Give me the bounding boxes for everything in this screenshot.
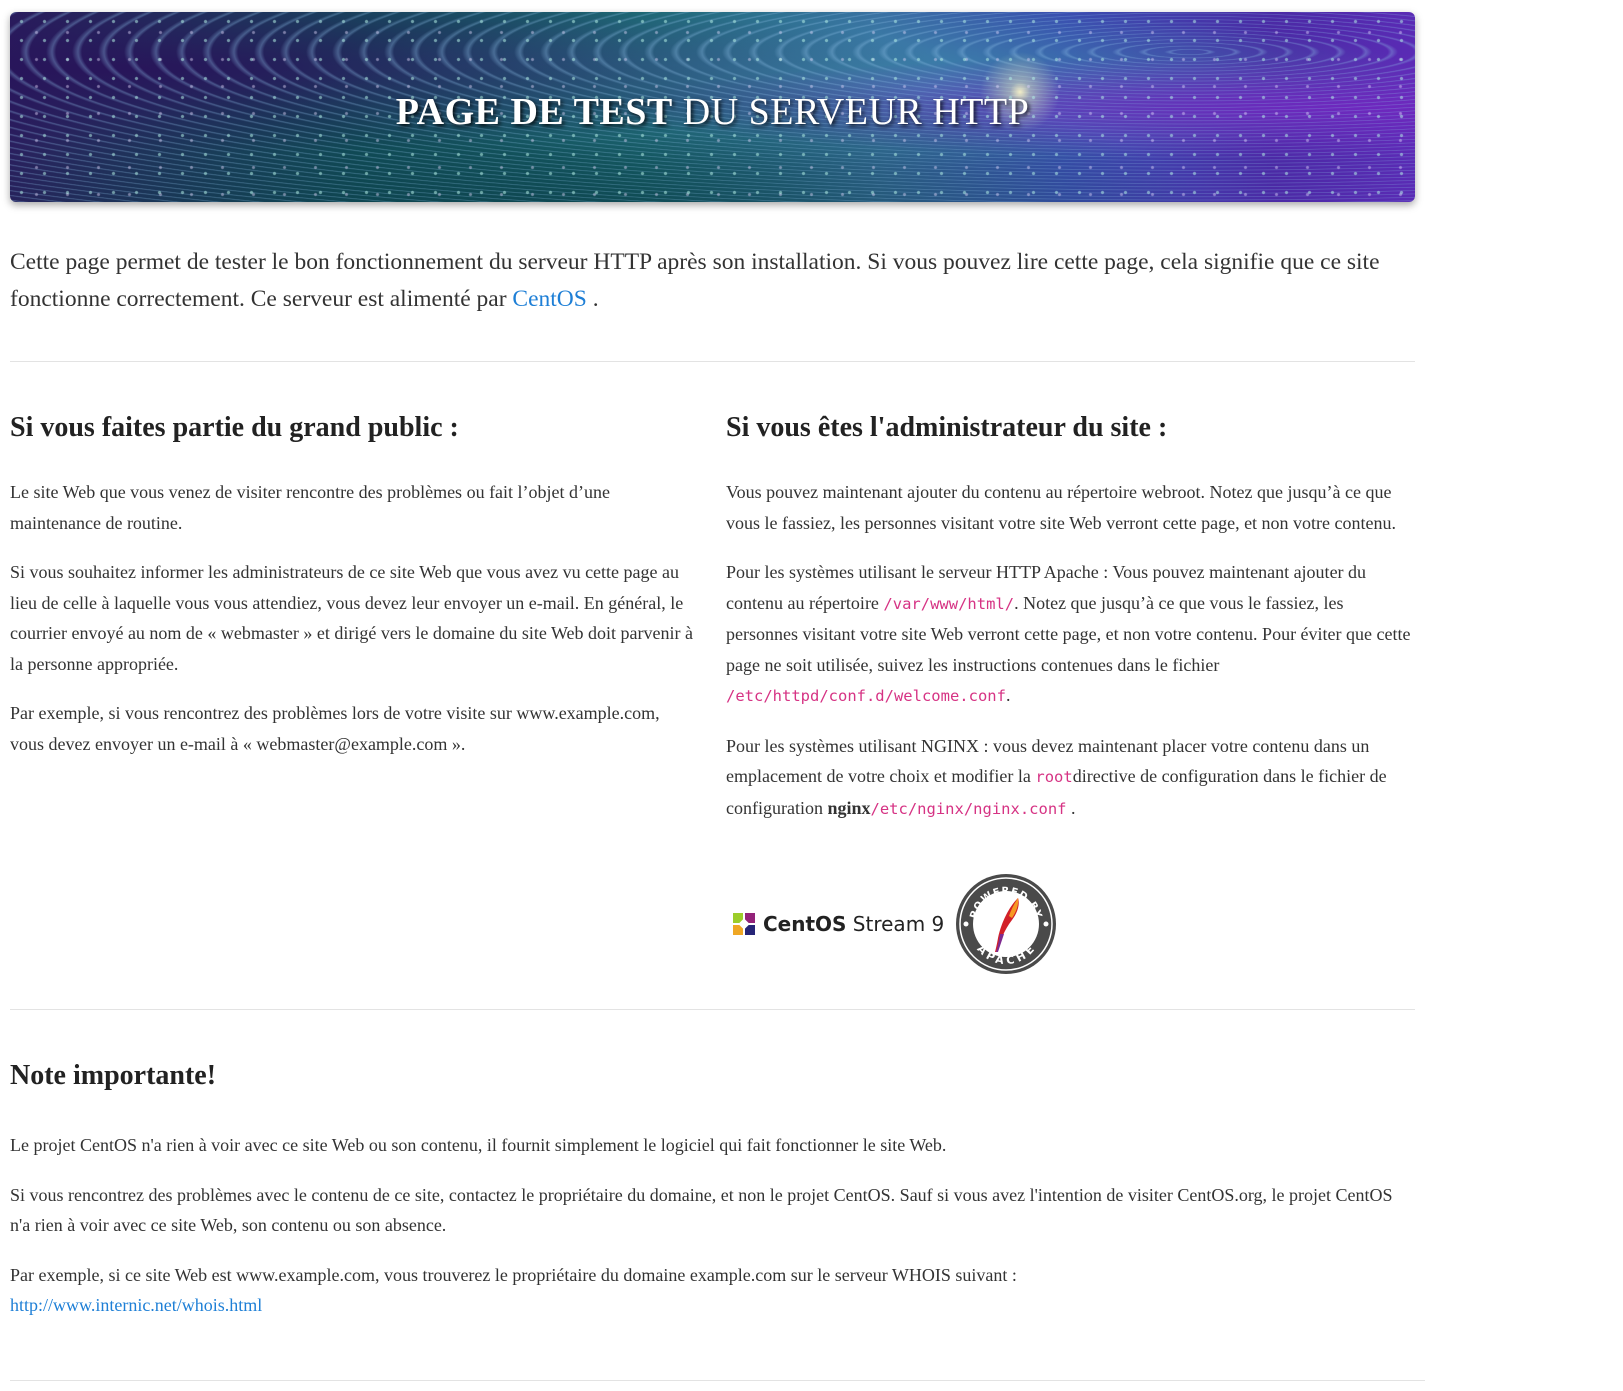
centos-wordmark: CentOS Stream 9 bbox=[763, 912, 944, 936]
nginx-bold: nginx bbox=[827, 797, 871, 818]
admin-paragraph-2: Pour les systèmes utilisant le serveur H… bbox=[726, 557, 1416, 712]
public-paragraph-1: Le site Web que vous venez de visiter re… bbox=[10, 482, 611, 533]
public-section: Le site Web que vous venez de visiter re… bbox=[10, 477, 695, 778]
centos-wordmark-rest: Stream 9 bbox=[846, 912, 945, 936]
note-paragraph-3: Par exemple, si ce site Web est www.exam… bbox=[10, 1260, 1415, 1321]
intro-paragraph: Cette page permet de tester le bon fonct… bbox=[10, 244, 1415, 318]
note-heading: Note importante! bbox=[10, 1060, 217, 1091]
page-title: PAGE DE TEST DU SERVEUR HTTP bbox=[10, 90, 1415, 134]
public-paragraph-3: Par exemple, si vous rencontrez des prob… bbox=[10, 703, 660, 754]
admin-paragraph-3: Pour les systèmes utilisant NGINX : vous… bbox=[726, 731, 1416, 825]
page-title-rest: DU SERVEUR HTTP bbox=[682, 91, 1030, 133]
page-title-bold: PAGE DE TEST bbox=[395, 91, 673, 133]
intro-after: . bbox=[586, 286, 599, 312]
admin-paragraph-1: Vous pouvez maintenant ajouter du conten… bbox=[726, 482, 1397, 533]
centos-stream-logo[interactable]: CentOS Stream 9 bbox=[731, 904, 944, 944]
nginx-conf-code: /etc/nginx/nginx.conf bbox=[870, 799, 1067, 818]
centos-wordmark-bold: CentOS bbox=[763, 912, 847, 936]
note-section: Le projet CentOS n'a rien à voir avec ce… bbox=[10, 1130, 1415, 1340]
root-code: root bbox=[1035, 768, 1073, 786]
divider bbox=[10, 361, 1415, 362]
centos-link[interactable]: CentOS bbox=[512, 286, 586, 312]
divider bbox=[10, 1009, 1415, 1010]
centos-icon bbox=[733, 913, 755, 935]
logos-row: CentOS Stream 9 POWERED BY APACHE bbox=[731, 872, 1058, 976]
public-heading: Si vous faites partie du grand public : bbox=[10, 412, 459, 443]
public-paragraph-2: Si vous souhaitez informer les administr… bbox=[10, 562, 693, 674]
html-dir-code: /var/www/html/ bbox=[883, 594, 1015, 613]
welcome-conf-code: /etc/httpd/conf.d/welcome.conf bbox=[726, 687, 1006, 705]
admin-p2-text-c: . bbox=[1005, 685, 1011, 705]
admin-p3-text-c: . bbox=[1066, 797, 1076, 818]
header-banner: PAGE DE TEST DU SERVEUR HTTP bbox=[10, 12, 1415, 202]
note-paragraph-2: Si vous rencontrez des problèmes avec le… bbox=[10, 1184, 1393, 1236]
powered-by-apache-badge[interactable]: POWERED BY APACHE bbox=[954, 872, 1058, 976]
divider bbox=[10, 1380, 1425, 1381]
whois-link[interactable]: http://www.internic.net/whois.html bbox=[10, 1295, 262, 1315]
admin-heading: Si vous êtes l'administrateur du site : bbox=[726, 412, 1168, 443]
intro-text: Cette page permet de tester le bon fonct… bbox=[10, 249, 1380, 312]
note-p3-text: Par exemple, si ce site Web est www.exam… bbox=[10, 1264, 1017, 1285]
admin-section: Vous pouvez maintenant ajouter du conten… bbox=[726, 477, 1416, 843]
note-paragraph-1: Le projet CentOS n'a rien à voir avec ce… bbox=[10, 1135, 947, 1155]
page: PAGE DE TEST DU SERVEUR HTTP Cette page … bbox=[0, 0, 1623, 1391]
